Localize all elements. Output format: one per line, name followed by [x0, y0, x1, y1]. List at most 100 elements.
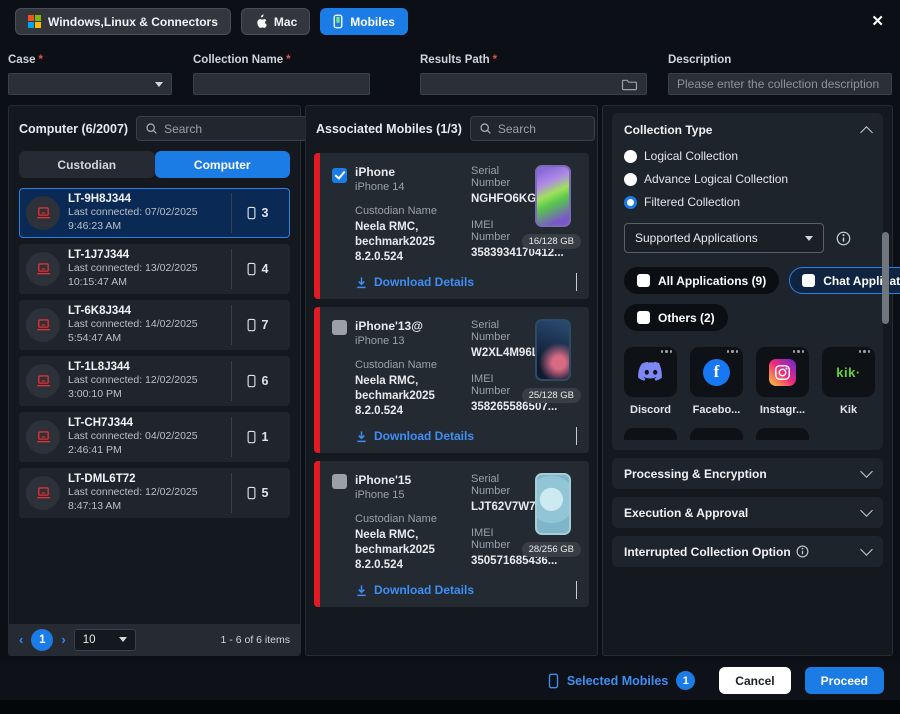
app-tile-instagram[interactable]: Instagr... [756, 347, 809, 416]
imei-number-value: 3583934170412... [471, 246, 517, 261]
tile-menu-icon[interactable] [661, 350, 673, 353]
mobile-card: iPhone iPhone 14 Custodian Name Neela RM… [314, 153, 589, 299]
laptop-icon [26, 476, 60, 510]
mobile-checkbox[interactable] [332, 474, 347, 489]
prev-page-icon[interactable]: ‹ [19, 632, 23, 647]
collection-name-field: Collection Name* [193, 54, 370, 95]
computer-row[interactable]: LT-1L8J344 Last connected: 12/02/2025 3:… [19, 356, 290, 406]
computer-row[interactable]: LT-9H8J344 Last connected: 07/02/2025 9:… [19, 188, 290, 238]
platform-tabs: Windows,Linux & Connectors Mac Mobiles [15, 8, 408, 35]
computer-name: LT-6K8J344 [68, 305, 225, 317]
pill-all-applications[interactable]: All Applications (9) [624, 267, 779, 294]
mobiles-search-input[interactable] [498, 122, 586, 136]
app-tile-facebook[interactable]: f Facebo... [690, 347, 743, 416]
next-page-icon[interactable]: › [61, 632, 65, 647]
mobile-checkbox[interactable] [332, 168, 347, 183]
description-label: Description [668, 54, 892, 66]
facebook-icon: f [703, 359, 730, 386]
description-input[interactable] [677, 77, 883, 91]
laptop-icon [26, 196, 60, 230]
collection-name-label: Collection Name* [193, 54, 370, 66]
tab-windows-label: Windows,Linux & Connectors [48, 15, 218, 29]
mobile-count: 1 [231, 417, 283, 457]
chevron-down-icon [155, 82, 163, 87]
mobile-count: 3 [231, 193, 283, 233]
computer-name: LT-DML6T72 [68, 473, 225, 485]
mobiles-panel-title: Associated Mobiles (1/3) [316, 122, 462, 136]
tile-menu-icon[interactable] [793, 350, 805, 353]
chevron-down-icon [860, 465, 873, 478]
execution-approval-accordion[interactable]: Execution & Approval [612, 497, 883, 528]
app-tile-discord[interactable]: Discord [624, 347, 677, 416]
computer-row[interactable]: LT-1J7J344 Last connected: 13/02/2025 10… [19, 244, 290, 294]
app-tile-kik[interactable]: kik· Kik [822, 347, 875, 416]
collection-type-radios: Logical Collection Advance Logical Colle… [624, 149, 871, 209]
case-select[interactable] [8, 73, 172, 95]
radio-icon [624, 150, 637, 163]
proceed-button[interactable]: Proceed [805, 667, 884, 694]
instagram-icon [769, 359, 796, 386]
custodian-name-label: Custodian Name [355, 205, 463, 217]
mobile-name: iPhone'13@ [355, 319, 463, 333]
custodian-computer-toggle: Custodian Computer [19, 151, 290, 178]
mobile-model: iPhone 15 [355, 489, 463, 501]
page-size-select[interactable]: 10 [74, 629, 136, 651]
computers-panel-title: Computer (6/2007) [19, 122, 128, 136]
serial-number-value: LJT62V7W7J [471, 500, 517, 515]
apple-logo-icon [254, 14, 267, 29]
search-icon [479, 122, 492, 135]
interrupted-collection-accordion[interactable]: Interrupted Collection Option [612, 536, 883, 567]
checkbox-icon [637, 274, 650, 287]
download-details-link[interactable]: Download Details [355, 429, 474, 443]
application-grid: Discord f Facebo... I [624, 347, 871, 416]
cancel-button[interactable]: Cancel [719, 667, 790, 694]
mobile-card: iPhone'15 iPhone 15 Custodian Name Neela… [314, 461, 589, 607]
computer-last-connected: Last connected: 07/02/2025 9:46:23 AM [68, 205, 225, 233]
computers-search-input[interactable] [164, 122, 319, 136]
computer-row[interactable]: LT-CH7J344 Last connected: 04/02/2025 2:… [19, 412, 290, 462]
supported-applications-select[interactable]: Supported Applications [624, 223, 824, 253]
info-icon[interactable] [836, 231, 851, 246]
page-number-button[interactable]: 1 [31, 629, 53, 651]
tab-mobiles[interactable]: Mobiles [320, 8, 408, 35]
checkbox-icon [637, 311, 650, 324]
tile-menu-icon[interactable] [859, 350, 871, 353]
radio-logical-collection[interactable]: Logical Collection [624, 149, 738, 163]
expand-card-icon[interactable] [576, 581, 577, 599]
phone-image [535, 319, 571, 381]
collection-type-header[interactable]: Collection Type [624, 123, 871, 137]
radio-filtered-collection[interactable]: Filtered Collection [624, 195, 740, 209]
folder-icon[interactable] [621, 78, 638, 91]
laptop-icon [26, 420, 60, 454]
computer-row[interactable]: LT-6K8J344 Last connected: 14/02/2025 5:… [19, 300, 290, 350]
collection-name-input[interactable] [202, 77, 361, 91]
laptop-icon [26, 308, 60, 342]
scrollbar-thumb[interactable] [882, 232, 889, 324]
expand-card-icon[interactable] [576, 427, 577, 445]
mobiles-panel: Associated Mobiles (1/3) iPhone iPhone 1… [305, 105, 598, 656]
tab-windows-linux-connectors[interactable]: Windows,Linux & Connectors [15, 8, 231, 35]
mobile-checkbox[interactable] [332, 320, 347, 335]
tile-menu-icon[interactable] [727, 350, 739, 353]
processing-encryption-accordion[interactable]: Processing & Encryption [612, 458, 883, 489]
imei-number-label: IMEI Number [471, 373, 517, 397]
download-details-link[interactable]: Download Details [355, 275, 474, 289]
mobile-count: 6 [231, 361, 283, 401]
results-path-input[interactable] [429, 77, 621, 91]
selected-mobiles-link[interactable]: Selected Mobiles 1 [548, 671, 695, 690]
case-field: Case* [8, 54, 172, 95]
download-details-link[interactable]: Download Details [355, 583, 474, 597]
pill-others[interactable]: Others (2) [624, 304, 728, 331]
mobile-count: 5 [231, 473, 283, 513]
computer-row[interactable]: LT-DML6T72 Last connected: 12/02/2025 8:… [19, 468, 290, 518]
expand-card-icon[interactable] [576, 273, 577, 291]
tab-mac[interactable]: Mac [241, 8, 310, 35]
toggle-custodian-button[interactable]: Custodian [19, 151, 155, 178]
toggle-computer-button[interactable]: Computer [155, 151, 291, 178]
radio-advance-logical-collection[interactable]: Advance Logical Collection [624, 172, 788, 186]
computer-name: LT-CH7J344 [68, 417, 225, 429]
close-icon[interactable]: ✕ [871, 12, 884, 30]
computer-last-connected: Last connected: 12/02/2025 8:47:13 AM [68, 485, 225, 513]
app-label: Facebo... [690, 404, 743, 416]
info-icon[interactable] [796, 545, 809, 558]
